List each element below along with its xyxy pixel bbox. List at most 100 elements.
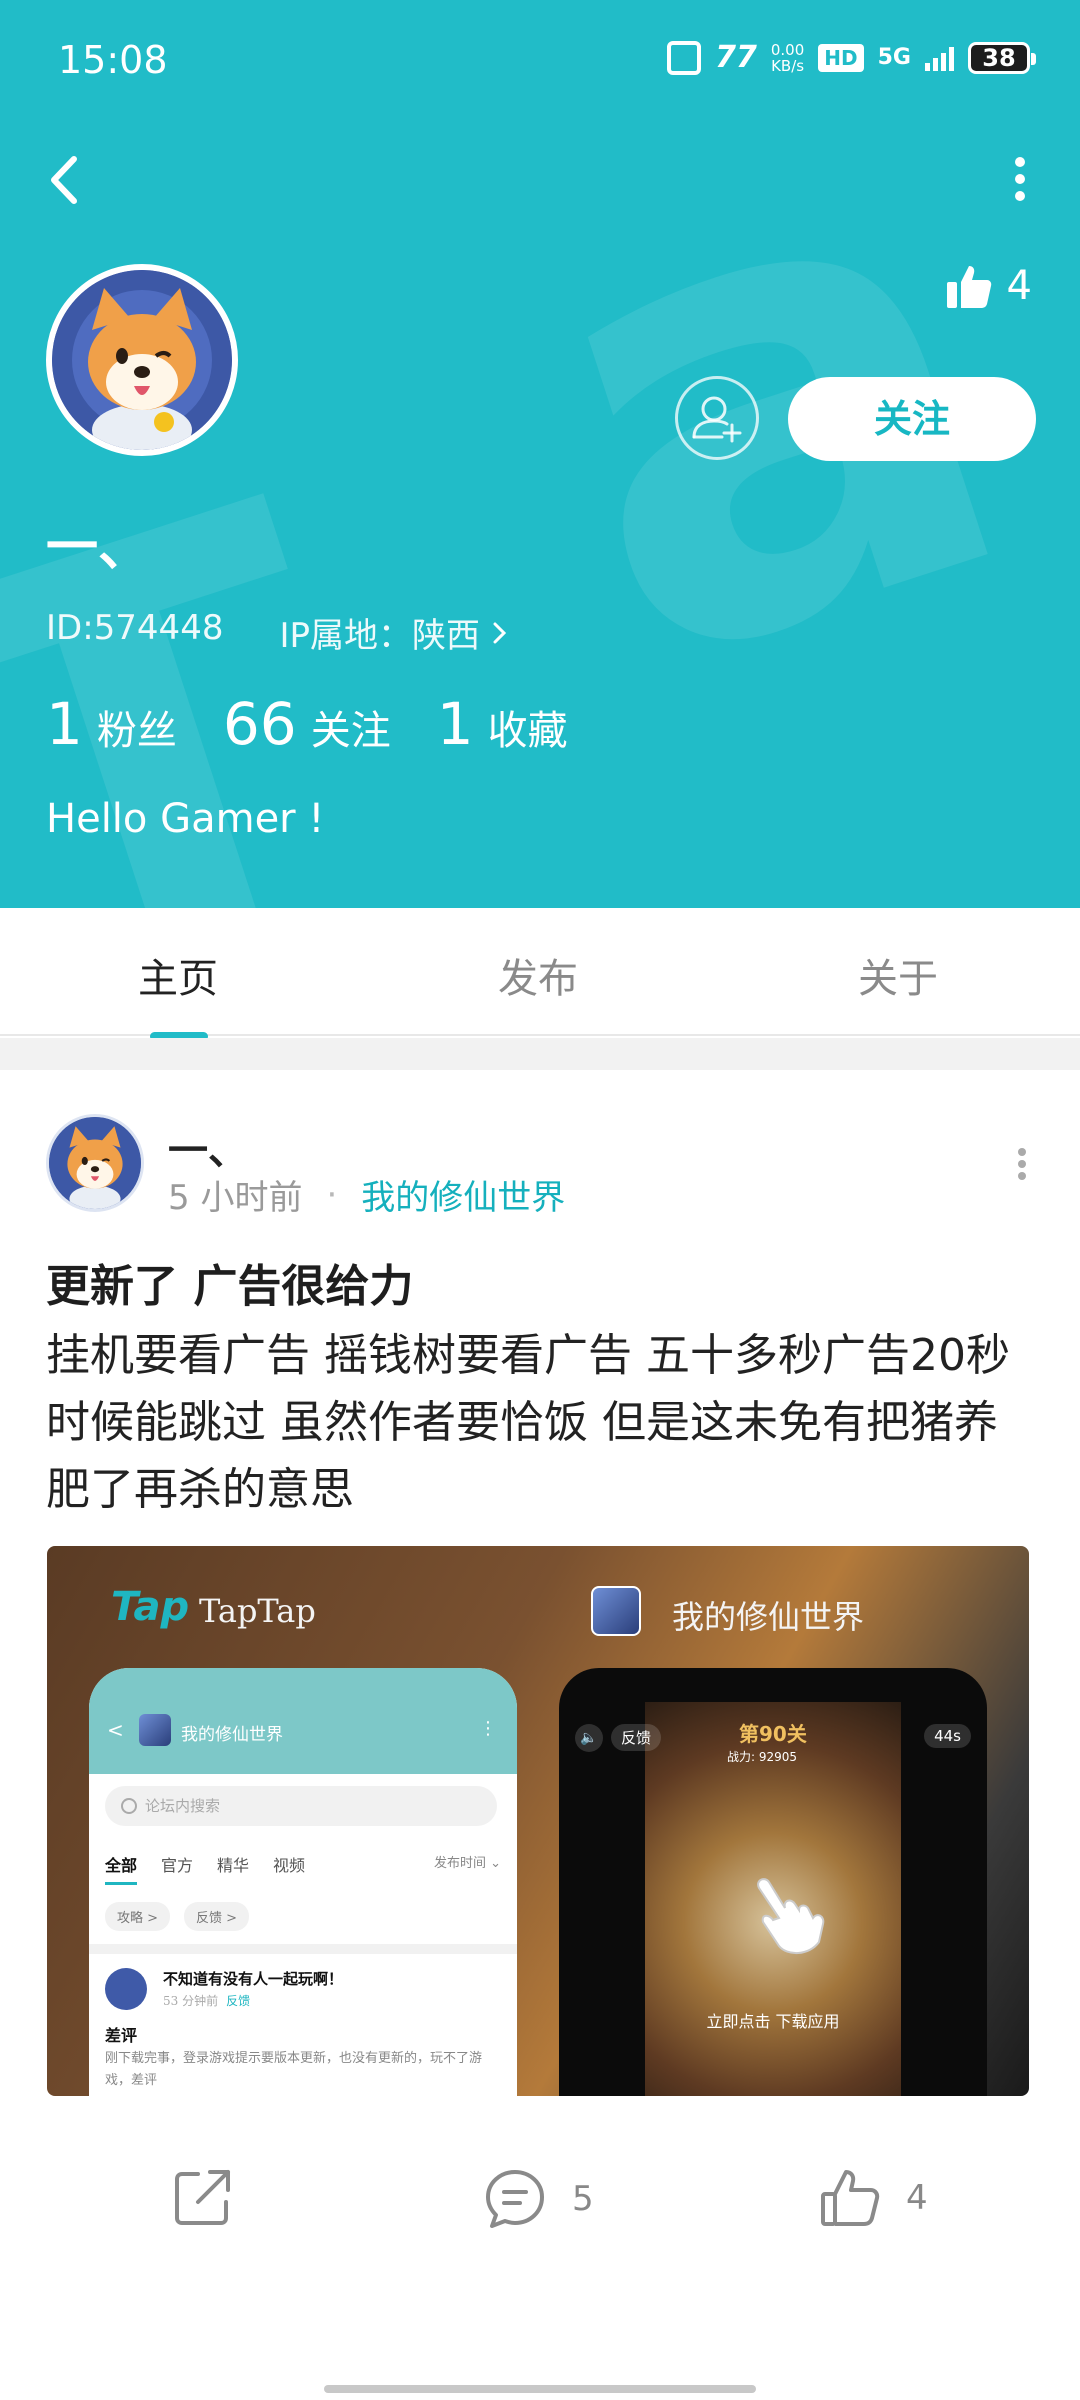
profile-meta: ID:574448 IP属地：陕西 — [46, 608, 510, 657]
forum-tabs: 全部 官方 精华 视频 — [105, 1852, 305, 1885]
forum-tab: 视频 — [273, 1856, 306, 1875]
profile-like-counter[interactable]: 4 — [945, 262, 1032, 310]
forum-post-title: 不知道有没有人一起玩啊！ — [163, 1970, 344, 1988]
forum-chip: 攻略 > — [105, 1902, 171, 1931]
forum-screenshot: < 我的修仙世界 ⋮ 论坛内搜索 全部 官方 精华 视频 发布时间 ⌄ 攻略 >… — [89, 1668, 517, 2096]
forum-tab: 精华 — [217, 1856, 250, 1875]
thumbs-up-outline-icon — [821, 2170, 880, 2226]
shiba-avatar-icon — [52, 270, 232, 450]
vibrate-icon — [667, 40, 702, 75]
profile-like-count: 4 — [1006, 263, 1032, 309]
forum-title: 我的修仙世界 — [181, 1725, 283, 1745]
share-icon — [175, 2170, 230, 2225]
taptap-logo: Tap — [111, 1584, 190, 1630]
more-vertical-icon — [1015, 157, 1025, 167]
status-icons: 77 0.00 KB/s HD 5G 38 — [667, 40, 1036, 75]
stat-favorites-count: 1 — [436, 690, 474, 758]
share-button[interactable] — [172, 2166, 234, 2228]
forum-chip: 反馈 > — [184, 1902, 250, 1931]
status-time: 15:08 — [58, 38, 168, 82]
chevron-left-icon — [51, 156, 77, 204]
status-bar: 15:08 77 0.00 KB/s HD 5G 38 — [0, 30, 1080, 94]
post-action-bar: 5 4 — [0, 2150, 1080, 2260]
hd-icon: HD — [818, 43, 864, 72]
profile-username: 一、 — [46, 518, 151, 578]
ip-location-link[interactable]: IP属地：陕西 — [279, 608, 510, 657]
post-meta: 5 小时前 · 我的修仙世界 — [168, 1170, 565, 1219]
more-vertical-icon — [1018, 1148, 1026, 1156]
post-more-button[interactable] — [1012, 1144, 1032, 1184]
game-icon — [591, 1586, 641, 1636]
home-indicator[interactable] — [324, 2385, 756, 2393]
post-image[interactable]: Tap TapTap 我的修仙世界 < 我的修仙世界 ⋮ 论坛内搜索 全部 官方… — [47, 1546, 1029, 2096]
post-title[interactable]: 更新了 广告很给力 — [46, 1250, 413, 1314]
forum-search: 论坛内搜索 — [105, 1786, 497, 1826]
forum-tab: 官方 — [161, 1856, 194, 1875]
stat-following-label: 关注 — [310, 708, 391, 754]
forum-tab: 全部 — [105, 1852, 138, 1885]
tab-about[interactable]: 关于 — [858, 946, 938, 1004]
like-count: 4 — [906, 2178, 928, 2218]
forum-chips: 攻略 > 反馈 > — [105, 1902, 250, 1931]
stat-favorites[interactable]: 1 收藏 — [437, 690, 568, 758]
image-game-title: 我的修仙世界 — [672, 1598, 865, 1636]
stat-favorites-label: 收藏 — [487, 708, 568, 754]
forum-post-heading: 差评 — [105, 2026, 138, 2045]
pointing-hand-icon — [757, 1878, 825, 1954]
network-speed: 0.00 KB/s — [771, 42, 804, 74]
ad-screenshot: 🔈 反馈 44s 第90关 战力: 92905 立即点击 下载应用 — [559, 1668, 987, 2096]
meta-separator: · — [326, 1174, 338, 1215]
profile-bio: Hello Gamer ! — [46, 796, 325, 842]
ad-feedback-label: 反馈 — [611, 1724, 662, 1751]
like-button[interactable]: 4 — [818, 2166, 928, 2230]
add-friend-button[interactable] — [675, 376, 759, 460]
image-brand-text: TapTap — [199, 1592, 316, 1630]
user-id: ID:574448 — [46, 608, 224, 648]
more-options-button[interactable] — [1000, 150, 1040, 210]
follow-button[interactable]: 关注 — [788, 377, 1036, 461]
stat-fans-label: 粉丝 — [96, 708, 177, 754]
forum-sort: 发布时间 ⌄ — [433, 1856, 501, 1871]
tab-posts[interactable]: 发布 — [498, 946, 578, 1004]
stat-fans-count: 1 — [46, 690, 83, 758]
forum-header: < 我的修仙世界 ⋮ — [89, 1668, 517, 1774]
profile-header: T a 15:08 77 0.00 KB/s HD 5G 38 4 关注 一、 … — [0, 0, 1080, 908]
battery-icon: 38 — [968, 41, 1036, 74]
ip-location: IP属地：陕西 — [279, 616, 480, 656]
tab-home[interactable]: 主页 — [138, 946, 218, 1004]
forum-post-time: 53 分钟前 — [163, 1994, 219, 2008]
ad-cta-text: 立即点击 下载应用 — [706, 2012, 840, 2031]
network-speed-value: 0.00 — [770, 40, 805, 59]
post-time: 5 小时前 — [168, 1178, 303, 1218]
profile-stats: 1 粉丝 66 关注 1 收藏 — [46, 690, 568, 758]
stat-fans[interactable]: 1 粉丝 — [46, 690, 177, 758]
section-divider — [0, 1038, 1080, 1070]
divider — [89, 1944, 517, 1954]
network-speed-unit: KB/s — [771, 56, 805, 75]
avatar — [105, 1968, 147, 2010]
ad-countdown: 44s — [924, 1724, 971, 1748]
post-game-link[interactable]: 我的修仙世界 — [361, 1170, 565, 1219]
post-body[interactable]: 挂机要看广告 摇钱树要看广告 五十多秒广告20秒时候能跳过 虽然作者要恰饭 但是… — [46, 1322, 1036, 1523]
post-author-avatar[interactable] — [46, 1114, 144, 1212]
game-level: 第90关 — [739, 1722, 807, 1746]
forum-post-body: 刚下载完事，登录游戏提示要版本更新，也没有更新的，玩不了游戏，差评 — [105, 2051, 483, 2088]
stat-following[interactable]: 66 关注 — [223, 690, 391, 758]
profile-tabs: 主页 发布 关于 — [0, 908, 1080, 1041]
game-icon — [139, 1714, 171, 1746]
back-button[interactable] — [40, 145, 90, 215]
chevron-right-icon — [493, 622, 507, 643]
more-vertical-icon: ⋮ — [479, 1718, 497, 1739]
comment-count: 5 — [572, 2179, 594, 2219]
shiba-avatar-icon — [49, 1117, 141, 1209]
chevron-left-icon: < — [107, 1718, 124, 1742]
avatar[interactable] — [46, 264, 238, 456]
nfc-icon: 77 — [715, 40, 757, 75]
post-author-name[interactable]: 一、 — [168, 1118, 248, 1176]
signal-bars-icon — [925, 45, 954, 71]
speaker-icon: 🔈 — [575, 1724, 603, 1752]
comment-button[interactable]: 5 — [482, 2166, 594, 2232]
game-power: 战力: 92905 — [727, 1750, 798, 1764]
stat-following-count: 66 — [222, 690, 297, 758]
comment-icon — [486, 2170, 544, 2228]
